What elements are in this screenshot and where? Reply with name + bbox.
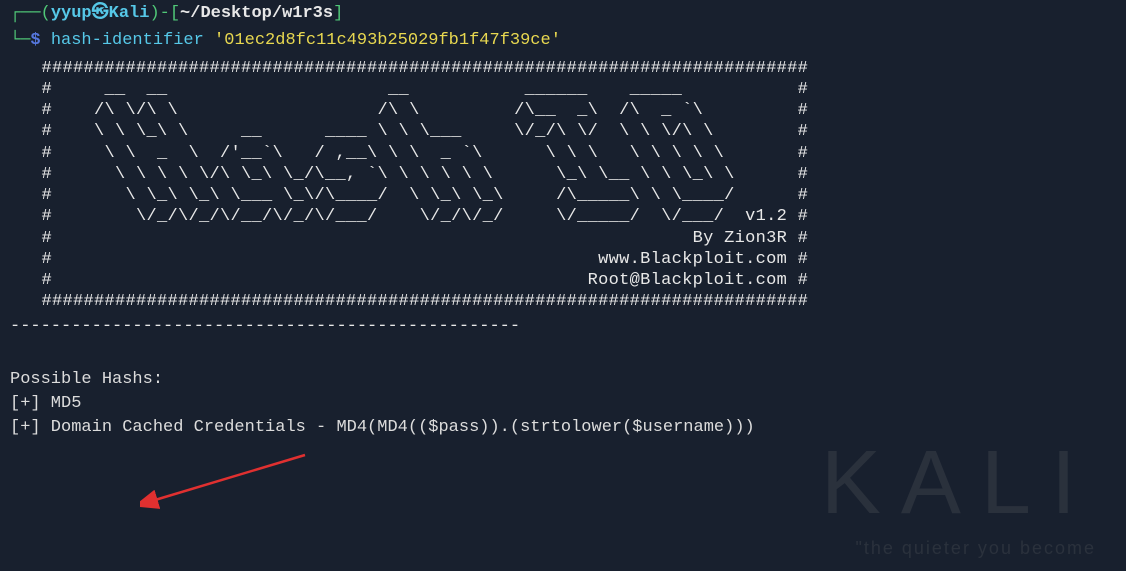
prompt-end: ] — [333, 4, 343, 23]
kali-watermark: KALI "the quieter you become — [821, 420, 1096, 561]
kali-icon: ㉿ — [92, 4, 109, 23]
prompt-open: ┌──( — [10, 4, 51, 23]
hash-result-md5: [+] MD5 — [10, 392, 1116, 416]
possible-hashes-label: Possible Hashs: — [10, 368, 1116, 392]
prompt-line-1: ┌──(yyup㉿Kali)-[~/Desktop/w1r3s] — [10, 2, 1116, 26]
watermark-small: "the quieter you become — [821, 536, 1096, 561]
command-name: hash-identifier — [51, 31, 204, 50]
ascii-banner: ########################################… — [10, 58, 1116, 313]
prompt-prefix: └─ — [10, 31, 30, 50]
prompt-host: Kali — [109, 4, 150, 23]
command-argument: '01ec2d8fc11c493b25029fb1f47f39ce' — [214, 31, 561, 50]
hash-result-dcc: [+] Domain Cached Credentials - MD4(MD4(… — [10, 416, 1116, 440]
separator: ----------------------------------------… — [10, 315, 1116, 339]
prompt-line-2[interactable]: └─$ hash-identifier '01ec2d8fc11c493b250… — [10, 29, 1116, 53]
prompt-user: yyup — [51, 4, 92, 23]
annotation-arrow — [140, 450, 310, 510]
prompt-path: ~/Desktop/w1r3s — [180, 4, 333, 23]
prompt-close: )-[ — [149, 4, 180, 23]
prompt-dollar: $ — [30, 31, 40, 50]
